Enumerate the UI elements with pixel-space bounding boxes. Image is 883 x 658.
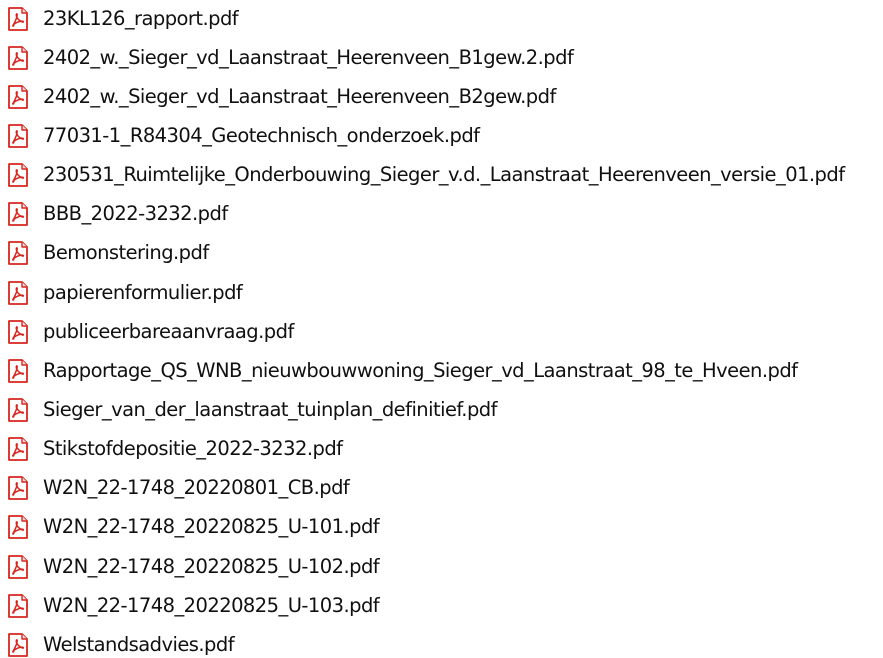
file-name: 23KL126_rapport.pdf xyxy=(43,7,239,30)
file-name: Sieger_van_der_laanstraat_tuinplan_defin… xyxy=(43,398,497,421)
pdf-file-icon xyxy=(7,359,29,383)
pdf-file-icon xyxy=(7,476,29,500)
file-name: W2N_22-1748_20220825_U-102.pdf xyxy=(43,555,380,578)
file-list-item[interactable]: 230531_Ruimtelijke_Onderbouwing_Sieger_v… xyxy=(0,158,883,192)
file-list-item[interactable]: 2402_w._Sieger_vd_Laanstraat_Heerenveen_… xyxy=(0,80,883,114)
file-name: Bemonstering.pdf xyxy=(43,241,209,264)
file-list-item[interactable]: 2402_w._Sieger_vd_Laanstraat_Heerenveen_… xyxy=(0,41,883,75)
pdf-file-icon xyxy=(7,398,29,422)
file-list-item[interactable]: Rapportage_QS_WNB_nieuwbouwwoning_Sieger… xyxy=(0,354,883,388)
file-name: W2N_22-1748_20220801_CB.pdf xyxy=(43,476,350,499)
pdf-file-icon xyxy=(7,163,29,187)
pdf-file-icon xyxy=(7,594,29,618)
pdf-file-icon xyxy=(7,46,29,70)
file-list-item[interactable]: 23KL126_rapport.pdf xyxy=(0,2,883,36)
pdf-file-icon xyxy=(7,241,29,265)
pdf-file-icon xyxy=(7,281,29,305)
file-name: Rapportage_QS_WNB_nieuwbouwwoning_Sieger… xyxy=(43,359,798,382)
file-list-item[interactable]: Bemonstering.pdf xyxy=(0,236,883,270)
file-list-item[interactable]: papierenformulier.pdf xyxy=(0,276,883,310)
file-list-item[interactable]: 77031-1_R84304_Geotechnisch_onderzoek.pd… xyxy=(0,119,883,153)
file-list-item[interactable]: W2N_22-1748_20220825_U-102.pdf xyxy=(0,550,883,584)
file-name: 77031-1_R84304_Geotechnisch_onderzoek.pd… xyxy=(43,124,480,147)
pdf-file-icon xyxy=(7,7,29,31)
pdf-file-icon xyxy=(7,555,29,579)
file-list-item[interactable]: Sieger_van_der_laanstraat_tuinplan_defin… xyxy=(0,393,883,427)
file-name: 230531_Ruimtelijke_Onderbouwing_Sieger_v… xyxy=(43,163,845,186)
pdf-file-icon xyxy=(7,124,29,148)
file-name: W2N_22-1748_20220825_U-103.pdf xyxy=(43,594,380,617)
pdf-file-icon xyxy=(7,202,29,226)
file-name: 2402_w._Sieger_vd_Laanstraat_Heerenveen_… xyxy=(43,46,574,69)
file-name: W2N_22-1748_20220825_U-101.pdf xyxy=(43,515,380,538)
file-list-item[interactable]: W2N_22-1748_20220801_CB.pdf xyxy=(0,471,883,505)
file-list-item[interactable]: publiceerbareaanvraag.pdf xyxy=(0,315,883,349)
pdf-file-icon xyxy=(7,515,29,539)
file-list-item[interactable]: W2N_22-1748_20220825_U-101.pdf xyxy=(0,510,883,544)
file-name: Welstandsadvies.pdf xyxy=(43,633,235,656)
file-name: publiceerbareaanvraag.pdf xyxy=(43,320,294,343)
file-list-item[interactable]: Stikstofdepositie_2022-3232.pdf xyxy=(0,432,883,466)
file-list-item[interactable]: Welstandsadvies.pdf xyxy=(0,628,883,658)
file-list-item[interactable]: BBB_2022-3232.pdf xyxy=(0,197,883,231)
pdf-file-icon xyxy=(7,85,29,109)
file-name: BBB_2022-3232.pdf xyxy=(43,202,228,225)
file-name: papierenformulier.pdf xyxy=(43,281,243,304)
file-name: Stikstofdepositie_2022-3232.pdf xyxy=(43,437,343,460)
pdf-file-icon xyxy=(7,437,29,461)
pdf-file-icon xyxy=(7,633,29,657)
file-name: 2402_w._Sieger_vd_Laanstraat_Heerenveen_… xyxy=(43,85,556,108)
file-list: 23KL126_rapport.pdf 2402_w._Sieger_vd_La… xyxy=(0,0,883,658)
pdf-file-icon xyxy=(7,320,29,344)
file-list-item[interactable]: W2N_22-1748_20220825_U-103.pdf xyxy=(0,589,883,623)
